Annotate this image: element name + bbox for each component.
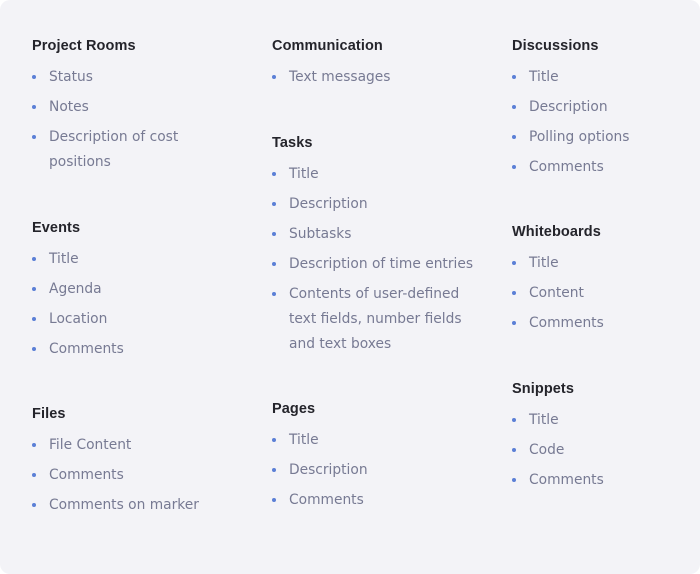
bullet-icon: [32, 347, 36, 351]
bullet-icon: [512, 321, 516, 325]
list-item: Comments: [32, 337, 232, 362]
item-list: Title Code Comments: [512, 408, 692, 493]
list-item: Text messages: [272, 65, 492, 90]
section-title: Events: [32, 220, 81, 236]
bullet-icon: [512, 135, 516, 139]
list-item: Title: [512, 65, 692, 90]
section-title: Discussions: [512, 38, 599, 54]
section-files: Files File Content Comments Comments on …: [32, 405, 232, 523]
list-item: Comments: [272, 488, 492, 513]
section-whiteboards: Whiteboards Title Content Comments: [512, 223, 692, 341]
bullet-icon: [512, 478, 516, 482]
bullet-icon: [32, 317, 36, 321]
bullet-icon: [272, 438, 276, 442]
list-item: Contents of user-defined text fields, nu…: [272, 282, 479, 357]
list-item: Title: [272, 428, 492, 453]
list-item: Content: [512, 281, 692, 306]
list-item: Notes: [32, 95, 232, 120]
bullet-icon: [32, 287, 36, 291]
section-title: Project Rooms: [32, 38, 136, 54]
list-item: Comments: [512, 311, 692, 336]
section-project-rooms: Project Rooms Status Notes Description o…: [32, 37, 232, 180]
list-item: Location: [32, 307, 232, 332]
bullet-icon: [272, 75, 276, 79]
bullet-icon: [32, 257, 36, 261]
bullet-icon: [272, 172, 276, 176]
bullet-icon: [32, 473, 36, 477]
section-snippets: Snippets Title Code Comments: [512, 380, 692, 498]
list-item: Polling options: [512, 125, 692, 150]
item-list: Text messages: [272, 65, 492, 90]
list-item: Title: [272, 162, 492, 187]
bullet-icon: [512, 105, 516, 109]
bullet-icon: [272, 468, 276, 472]
bullet-icon: [272, 202, 276, 206]
list-item: Description of cost positions: [32, 125, 199, 175]
item-list: Title Description Polling options Commen…: [512, 65, 692, 180]
bullet-icon: [512, 165, 516, 169]
item-list: Title Description Comments: [272, 428, 492, 513]
section-title: Communication: [272, 38, 383, 54]
section-communication: Communication Text messages: [272, 37, 492, 95]
list-item: Title: [32, 247, 232, 272]
section-discussions: Discussions Title Description Polling op…: [512, 37, 692, 185]
bullet-icon: [272, 262, 276, 266]
item-list: Title Description Subtasks Description o…: [272, 162, 492, 357]
section-tasks: Tasks Title Description Subtasks Descrip…: [272, 134, 492, 362]
list-item: Description: [272, 192, 492, 217]
list-item: Title: [512, 408, 692, 433]
list-item: Code: [512, 438, 692, 463]
list-item: Description of time entries: [272, 252, 492, 277]
bullet-icon: [32, 443, 36, 447]
list-item: Comments: [32, 463, 232, 488]
bullet-icon: [512, 75, 516, 79]
list-item: Comments on marker: [32, 493, 232, 518]
section-title: Files: [32, 406, 66, 422]
bullet-icon: [32, 105, 36, 109]
bullet-icon: [512, 448, 516, 452]
bullet-icon: [512, 291, 516, 295]
list-item: Agenda: [32, 277, 232, 302]
list-item: Subtasks: [272, 222, 492, 247]
list-item: Description: [512, 95, 692, 120]
list-item: File Content: [32, 433, 232, 458]
section-events: Events Title Agenda Location Comments: [32, 219, 232, 367]
bullet-icon: [272, 232, 276, 236]
bullet-icon: [272, 498, 276, 502]
item-list: File Content Comments Comments on marker: [32, 433, 232, 518]
bullet-icon: [272, 292, 276, 296]
section-title: Snippets: [512, 381, 575, 397]
section-pages: Pages Title Description Comments: [272, 400, 492, 518]
list-item: Title: [512, 251, 692, 276]
searchable-content-card: Project Rooms Status Notes Description o…: [0, 0, 700, 574]
bullet-icon: [512, 261, 516, 265]
item-list: Status Notes Description of cost positio…: [32, 65, 232, 175]
item-list: Title Agenda Location Comments: [32, 247, 232, 362]
section-title: Tasks: [272, 135, 313, 151]
list-item: Comments: [512, 155, 692, 180]
section-title: Whiteboards: [512, 224, 601, 240]
list-item: Status: [32, 65, 232, 90]
item-list: Title Content Comments: [512, 251, 692, 336]
list-item: Comments: [512, 468, 692, 493]
list-item: Description: [272, 458, 492, 483]
bullet-icon: [32, 75, 36, 79]
bullet-icon: [512, 418, 516, 422]
bullet-icon: [32, 135, 36, 139]
bullet-icon: [32, 503, 36, 507]
section-title: Pages: [272, 401, 316, 417]
